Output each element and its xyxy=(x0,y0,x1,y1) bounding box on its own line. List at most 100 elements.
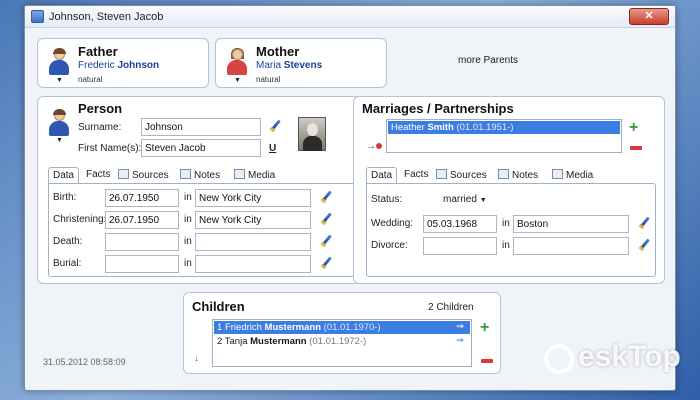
event-label: Christening: xyxy=(53,214,107,225)
mother-name[interactable]: Maria Stevens xyxy=(256,60,322,71)
watermark-logo-icon xyxy=(544,344,574,374)
divorce-label: Divorce: xyxy=(371,240,408,251)
mother-title: Mother xyxy=(256,44,300,59)
burial-place-field[interactable] xyxy=(195,255,311,273)
tab-media[interactable]: Media xyxy=(230,167,279,183)
birth-place-field[interactable]: New York City xyxy=(195,189,311,207)
christening-place-field[interactable]: New York City xyxy=(195,211,311,229)
children-list[interactable]: 1 Friedrich Mustermann (01.01.1970-) ⇒ 2 … xyxy=(212,319,472,367)
notes-icon xyxy=(180,169,191,179)
wedding-date-field[interactable]: 05.03.1968 xyxy=(423,215,497,233)
edit-pen-icon[interactable] xyxy=(319,234,333,248)
sources-icon xyxy=(118,169,129,179)
female-avatar-icon xyxy=(226,48,248,76)
in-label: in xyxy=(502,240,510,251)
partner-row[interactable]: Heather Smith (01.01.1951-) xyxy=(388,121,620,134)
children-panel: Children 2 Children 1 Friedrich Musterma… xyxy=(183,292,501,374)
status-label: Status: xyxy=(371,194,403,205)
surname-field[interactable]: Johnson xyxy=(141,118,261,136)
edit-pen-icon[interactable] xyxy=(319,256,333,270)
death-place-field[interactable] xyxy=(195,233,311,251)
chevron-down-icon[interactable]: ▼ xyxy=(56,137,63,144)
divorce-date-field[interactable] xyxy=(423,237,497,255)
tab-notes[interactable]: Notes xyxy=(176,167,224,183)
tab-notes[interactable]: Notes xyxy=(494,167,542,183)
edit-pen-icon[interactable] xyxy=(319,190,333,204)
go-to-child-arrow-icon[interactable]: ⇒ xyxy=(456,335,464,346)
birth-date-field[interactable]: 26.07.1950 xyxy=(105,189,179,207)
chevron-down-icon: ▼ xyxy=(479,197,487,204)
mother-relation: natural xyxy=(256,75,281,84)
event-label: Death: xyxy=(53,236,83,247)
partner-link-arrow-icon: → xyxy=(366,141,382,152)
in-label: in xyxy=(184,214,192,225)
firstnames-field[interactable]: Steven Jacob xyxy=(141,139,261,157)
father-title: Father xyxy=(78,44,118,59)
close-button[interactable]: ✕ xyxy=(629,8,669,25)
surname-label: Surname: xyxy=(78,122,122,133)
children-title: Children xyxy=(192,299,245,314)
in-label: in xyxy=(184,258,192,269)
timestamp: 31.05.2012 08:58:09 xyxy=(43,357,126,367)
person-data-page: Birth: 26.07.1950 in New York City Chris… xyxy=(48,183,362,277)
tab-data[interactable]: Data xyxy=(48,167,80,183)
media-icon xyxy=(234,169,245,179)
firstnames-label: First Name(s): xyxy=(78,143,142,154)
edit-pen-icon[interactable] xyxy=(637,216,651,230)
marriages-panel: Marriages / Partnerships Heather Smith (… xyxy=(353,96,665,284)
burial-date-field[interactable] xyxy=(105,255,179,273)
child-row[interactable]: 1 Friedrich Mustermann (01.01.1970-) ⇒ xyxy=(214,321,470,334)
watermark: eskTop xyxy=(578,340,681,373)
main-window: Johnson, Steven Jacob ✕ ▼ Father Frederi… xyxy=(24,5,676,391)
remove-child-icon[interactable] xyxy=(481,359,493,363)
edit-pen-icon[interactable] xyxy=(268,119,282,133)
app-icon xyxy=(31,10,44,23)
wedding-label: Wedding: xyxy=(371,218,414,229)
sources-icon xyxy=(436,169,447,179)
more-parents-link[interactable]: more Parents xyxy=(458,55,518,66)
window-title: Johnson, Steven Jacob xyxy=(49,11,164,23)
notes-icon xyxy=(498,169,509,179)
event-label: Birth: xyxy=(53,192,77,203)
marriage-data-page: Status: married ▼ Wedding: 05.03.1968 in… xyxy=(366,183,656,277)
status-select[interactable]: married ▼ xyxy=(443,194,487,205)
tab-facts[interactable]: Facts xyxy=(400,167,432,183)
partners-list[interactable]: Heather Smith (01.01.1951-) xyxy=(386,119,622,153)
death-date-field[interactable] xyxy=(105,233,179,251)
tab-sources[interactable]: Sources xyxy=(432,167,491,183)
marriages-title: Marriages / Partnerships xyxy=(362,101,514,116)
in-label: in xyxy=(184,192,192,203)
father-relation: natural xyxy=(78,75,103,84)
divorce-place-field[interactable] xyxy=(513,237,629,255)
mother-panel[interactable]: ▼ Mother Maria Stevens natural xyxy=(215,38,387,88)
go-to-child-arrow-icon[interactable]: ⇒ xyxy=(456,321,464,332)
underline-icon[interactable]: U xyxy=(269,143,276,154)
in-label: in xyxy=(184,236,192,247)
child-link-icon: ↓ xyxy=(194,353,199,364)
person-tabs: Data Facts Sources Notes Media xyxy=(48,167,358,183)
person-photo[interactable] xyxy=(298,117,326,151)
marriage-tabs: Data Facts Sources Notes Media xyxy=(366,167,656,183)
male-avatar-icon xyxy=(48,48,70,76)
wedding-place-field[interactable]: Boston xyxy=(513,215,629,233)
remove-partner-icon[interactable] xyxy=(630,146,642,150)
event-label: Burial: xyxy=(53,258,82,269)
title-bar: Johnson, Steven Jacob ✕ xyxy=(25,6,675,28)
child-row[interactable]: 2 Tanja Mustermann (01.01.1972-) ⇒ xyxy=(214,335,470,348)
add-child-icon[interactable]: + xyxy=(480,320,489,336)
edit-pen-icon[interactable] xyxy=(319,212,333,226)
add-partner-icon[interactable]: + xyxy=(629,120,638,136)
father-panel[interactable]: ▼ Father Frederic Johnson natural xyxy=(37,38,209,88)
tab-sources[interactable]: Sources xyxy=(114,167,173,183)
tab-media[interactable]: Media xyxy=(548,167,597,183)
tab-facts[interactable]: Facts xyxy=(82,167,114,183)
children-count: 2 Children xyxy=(428,302,474,313)
christening-date-field[interactable]: 26.07.1950 xyxy=(105,211,179,229)
chevron-down-icon[interactable]: ▼ xyxy=(234,77,241,84)
father-name[interactable]: Frederic Johnson xyxy=(78,60,159,71)
in-label: in xyxy=(502,218,510,229)
edit-pen-icon[interactable] xyxy=(637,238,651,252)
chevron-down-icon[interactable]: ▼ xyxy=(56,77,63,84)
person-title: Person xyxy=(78,101,123,116)
tab-data[interactable]: Data xyxy=(366,167,398,183)
